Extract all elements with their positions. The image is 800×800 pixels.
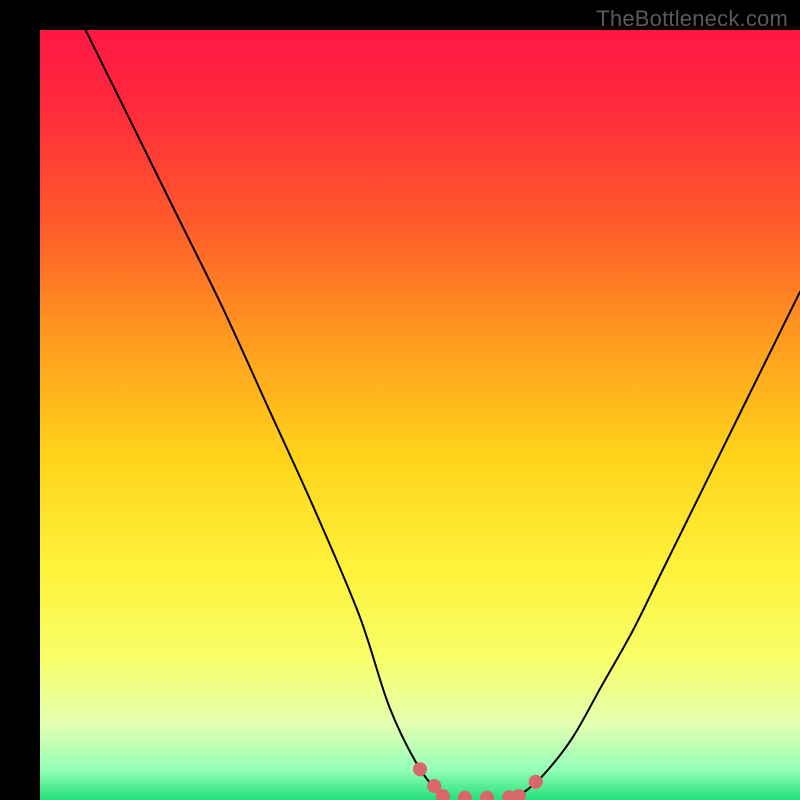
- chart-svg: [0, 0, 800, 800]
- bottleneck-chart: [0, 0, 800, 800]
- watermark-text: TheBottleneck.com: [596, 6, 788, 32]
